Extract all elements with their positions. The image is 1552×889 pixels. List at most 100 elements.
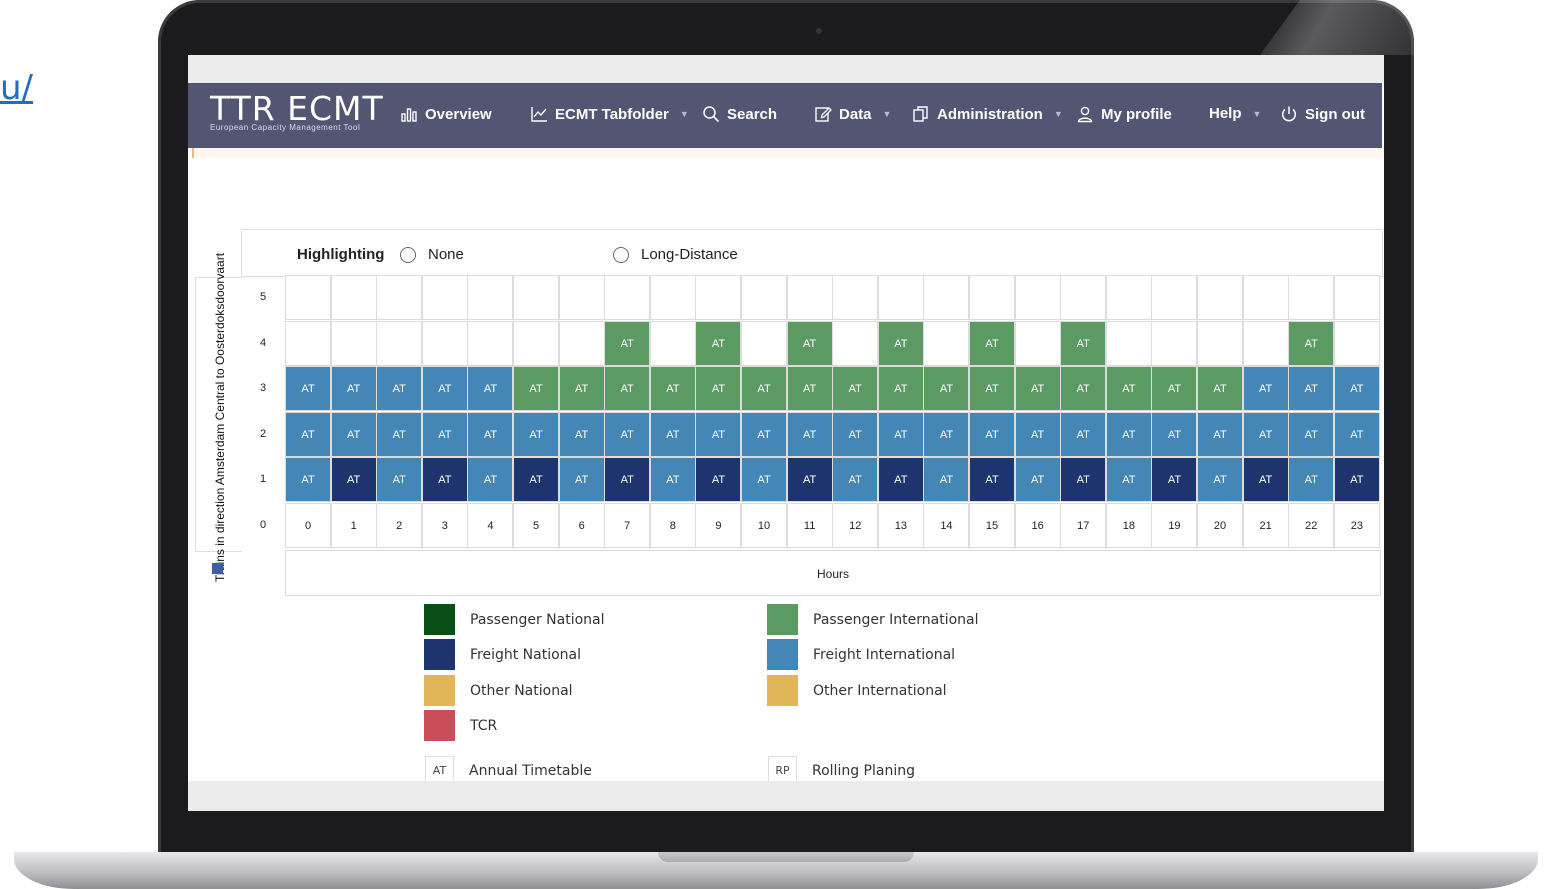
- timetable-slot[interactable]: AT: [1197, 412, 1244, 457]
- timetable-slot[interactable]: AT: [376, 412, 423, 457]
- timetable-slot[interactable]: AT: [1014, 366, 1061, 411]
- timetable-slot[interactable]: AT: [376, 366, 423, 411]
- timetable-slot[interactable]: AT: [330, 457, 377, 502]
- timetable-slot[interactable]: AT: [1288, 321, 1335, 366]
- timetable-slot[interactable]: AT: [467, 457, 514, 502]
- brand-logo[interactable]: TTR ECMT European Capacity Management To…: [210, 92, 384, 132]
- timetable-slot[interactable]: AT: [1333, 412, 1380, 457]
- timetable-slot[interactable]: AT: [1242, 412, 1289, 457]
- legend-freight-international: Freight International: [767, 639, 955, 670]
- empty-slot: [1060, 275, 1107, 320]
- timetable-slot[interactable]: AT: [1288, 412, 1335, 457]
- timetable-slot[interactable]: AT: [877, 321, 924, 366]
- timetable-slot[interactable]: AT: [786, 457, 833, 502]
- timetable-slot[interactable]: AT: [513, 412, 560, 457]
- timetable-slot[interactable]: AT: [1060, 366, 1107, 411]
- nav-overview[interactable]: Overview: [400, 105, 492, 123]
- timetable-slot[interactable]: AT: [832, 457, 879, 502]
- timetable-slot[interactable]: AT: [969, 457, 1016, 502]
- timetable-slot[interactable]: AT: [1333, 366, 1380, 411]
- timetable-slot[interactable]: AT: [285, 457, 332, 502]
- timetable-slot[interactable]: AT: [741, 366, 788, 411]
- timetable-slot[interactable]: AT: [604, 366, 651, 411]
- timetable-slot[interactable]: AT: [649, 412, 696, 457]
- timetable-slot[interactable]: AT: [330, 366, 377, 411]
- timetable-slot[interactable]: AT: [695, 412, 742, 457]
- timetable-slot[interactable]: AT: [467, 412, 514, 457]
- timetable-slot[interactable]: AT: [741, 457, 788, 502]
- radio-long-distance[interactable]: [613, 247, 629, 263]
- timetable-slot[interactable]: AT: [649, 366, 696, 411]
- timetable-slot[interactable]: AT: [786, 412, 833, 457]
- timetable-slot[interactable]: AT: [513, 366, 560, 411]
- timetable-slot[interactable]: AT: [1242, 366, 1289, 411]
- empty-slot: [786, 275, 833, 320]
- timetable-slot[interactable]: AT: [421, 412, 468, 457]
- timetable-slot[interactable]: AT: [330, 412, 377, 457]
- radio-none[interactable]: [400, 247, 416, 263]
- timetable-slot[interactable]: AT: [786, 366, 833, 411]
- timetable-slot[interactable]: AT: [1060, 321, 1107, 366]
- timetable-slot[interactable]: AT: [786, 321, 833, 366]
- timetable-slot[interactable]: AT: [1242, 457, 1289, 502]
- legend-label: Passenger International: [813, 611, 979, 628]
- timetable-slot[interactable]: AT: [1151, 412, 1198, 457]
- timetable-slot[interactable]: AT: [1105, 457, 1152, 502]
- timetable-slot[interactable]: AT: [1105, 366, 1152, 411]
- timetable-slot[interactable]: AT: [604, 412, 651, 457]
- timetable-slot[interactable]: AT: [285, 366, 332, 411]
- timetable-slot[interactable]: AT: [832, 366, 879, 411]
- browser-top-strip: [188, 55, 1384, 83]
- timetable-slot[interactable]: AT: [969, 321, 1016, 366]
- timetable-slot[interactable]: AT: [695, 321, 742, 366]
- timetable-slot[interactable]: AT: [923, 457, 970, 502]
- corner-link[interactable]: u/: [0, 68, 33, 108]
- timetable-slot[interactable]: AT: [1105, 412, 1152, 457]
- timetable-slot[interactable]: AT: [877, 412, 924, 457]
- timetable-slot[interactable]: AT: [1151, 457, 1198, 502]
- hour-cell: 14: [923, 503, 970, 548]
- timetable-slot[interactable]: AT: [467, 366, 514, 411]
- timetable-slot[interactable]: AT: [923, 412, 970, 457]
- timetable-slot[interactable]: AT: [604, 457, 651, 502]
- timetable-slot[interactable]: AT: [1288, 457, 1335, 502]
- timetable-slot[interactable]: AT: [832, 412, 879, 457]
- timetable-slot[interactable]: AT: [1014, 412, 1061, 457]
- timetable-slot[interactable]: AT: [285, 412, 332, 457]
- nav-data[interactable]: Data ▼: [814, 105, 891, 123]
- timetable-slot[interactable]: AT: [969, 366, 1016, 411]
- nav-search[interactable]: Search: [702, 105, 777, 123]
- timetable-slot[interactable]: AT: [877, 457, 924, 502]
- timetable-slot[interactable]: AT: [558, 412, 605, 457]
- timetable-slot[interactable]: AT: [558, 457, 605, 502]
- timetable-slot[interactable]: AT: [604, 321, 651, 366]
- timetable-slot[interactable]: AT: [513, 457, 560, 502]
- timetable-slot[interactable]: AT: [1151, 366, 1198, 411]
- nav-help[interactable]: Help ▼: [1209, 105, 1261, 122]
- timetable-slot[interactable]: AT: [695, 457, 742, 502]
- timetable-slot[interactable]: AT: [1288, 366, 1335, 411]
- nav-administration[interactable]: Administration ▼: [912, 105, 1063, 123]
- timetable-slot[interactable]: AT: [1060, 412, 1107, 457]
- timetable-slot[interactable]: AT: [421, 366, 468, 411]
- chevron-down-icon: ▼: [1252, 108, 1262, 119]
- timetable-slot[interactable]: AT: [558, 366, 605, 411]
- timetable-slot[interactable]: AT: [421, 457, 468, 502]
- timetable-slot[interactable]: AT: [376, 457, 423, 502]
- empty-slot: [1105, 275, 1152, 320]
- timetable-slot[interactable]: AT: [1333, 457, 1380, 502]
- timetable-slot[interactable]: AT: [1197, 457, 1244, 502]
- nav-ecmt-tabfolder[interactable]: ECMT Tabfolder ▼: [530, 105, 689, 123]
- timetable-slot[interactable]: AT: [695, 366, 742, 411]
- nav-sign-out[interactable]: Sign out: [1280, 105, 1365, 123]
- timetable-slot[interactable]: AT: [923, 366, 970, 411]
- legend-swatch: [424, 675, 455, 706]
- timetable-slot[interactable]: AT: [969, 412, 1016, 457]
- timetable-slot[interactable]: AT: [1197, 366, 1244, 411]
- timetable-slot[interactable]: AT: [649, 457, 696, 502]
- timetable-slot[interactable]: AT: [1014, 457, 1061, 502]
- timetable-slot[interactable]: AT: [877, 366, 924, 411]
- timetable-slot[interactable]: AT: [1060, 457, 1107, 502]
- nav-my-profile[interactable]: My profile: [1076, 105, 1172, 123]
- timetable-slot[interactable]: AT: [741, 412, 788, 457]
